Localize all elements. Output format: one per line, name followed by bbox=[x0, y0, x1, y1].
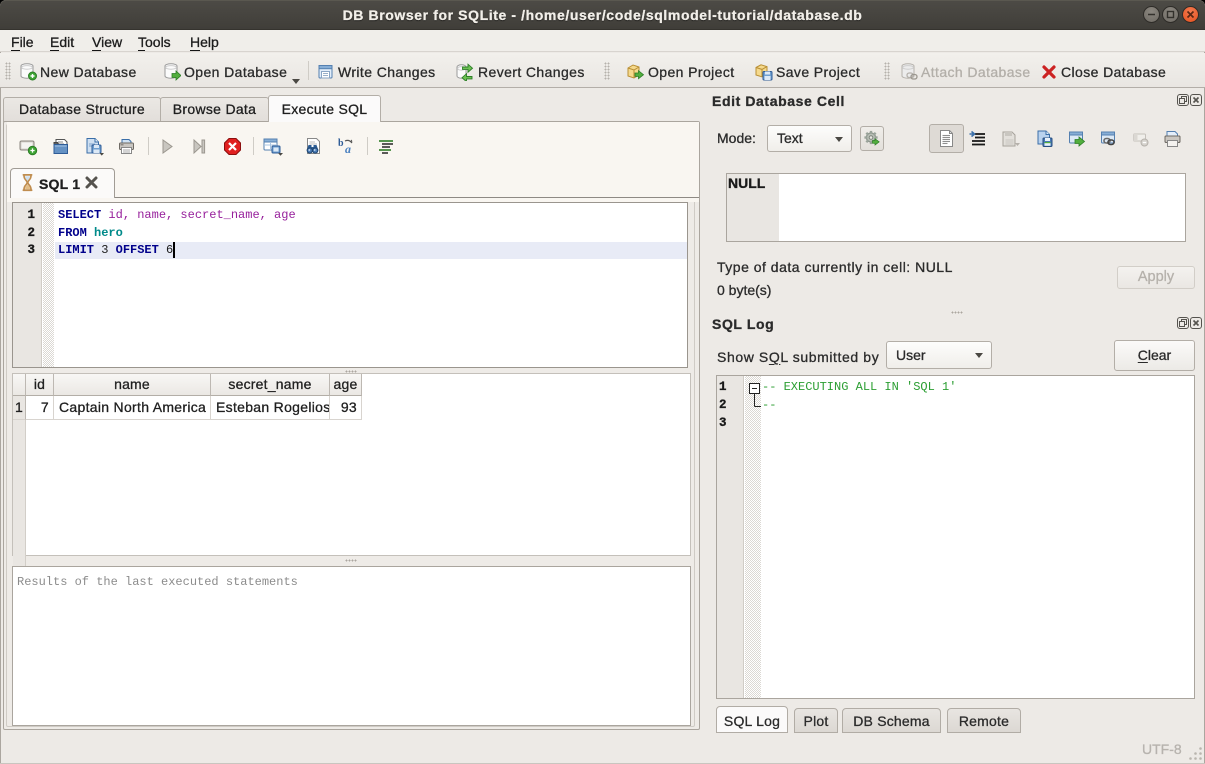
svg-text:b: b bbox=[338, 138, 344, 149]
svg-text:a: a bbox=[345, 142, 351, 156]
